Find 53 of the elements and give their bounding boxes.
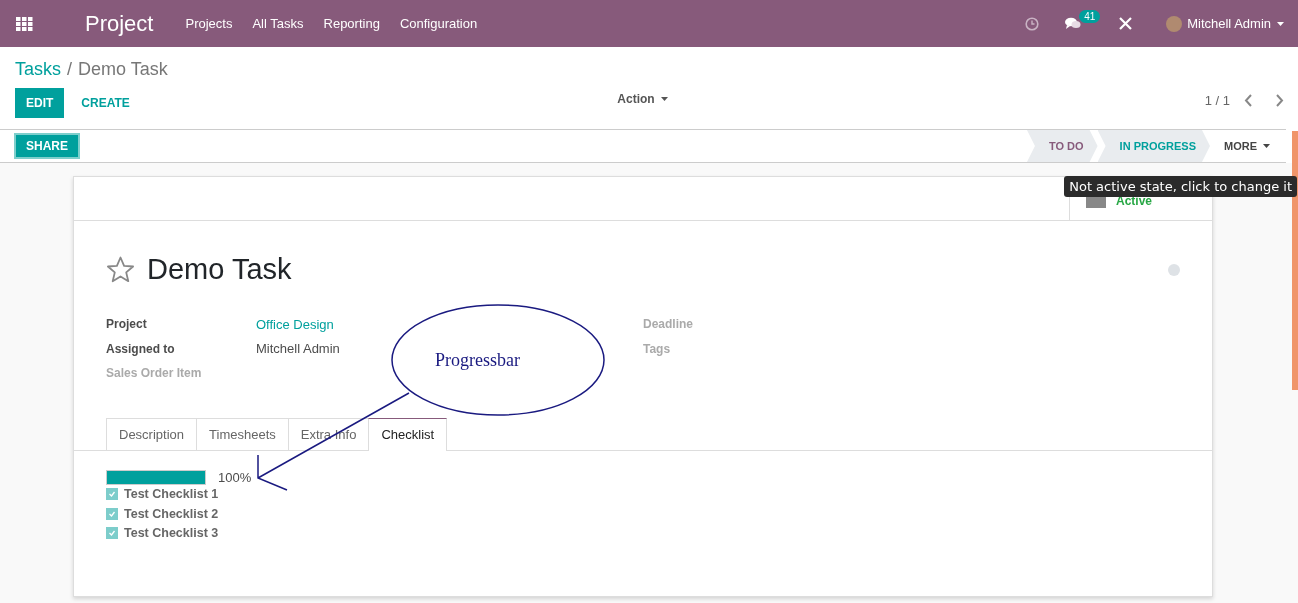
menu-item[interactable]: Projects [185,16,233,31]
field-label: Deadline [643,317,694,332]
task-title: Demo Task [147,253,293,286]
next-icon[interactable] [1275,93,1284,107]
status-dot[interactable] [1168,263,1180,276]
field-label: Tags [643,341,672,356]
share-button[interactable]: SHARE [14,133,80,159]
user-avatar [1166,15,1183,32]
caret-icon [1277,21,1284,26]
progress-reading: 100% [218,469,252,485]
action-dropdown[interactable]: Action [617,92,668,106]
create-button[interactable]: CREATE [70,88,141,118]
edit-button[interactable]: EDIT [15,88,65,118]
stage-button[interactable]: TO DO [1026,130,1098,162]
clock-icon[interactable] [1025,16,1040,31]
field-label: Sales Order Item [106,366,203,381]
breadcrumb-current: Demo Task [78,59,168,80]
apps-menu-icon[interactable] [16,16,33,31]
checklist-item-label: Test Checklist 3 [124,526,219,541]
tools-icon[interactable] [1119,17,1133,30]
tab[interactable]: Description [106,417,197,450]
breadcrumb-link[interactable]: Tasks [15,59,61,80]
caret-icon [660,97,668,101]
tab[interactable]: Extra Info [287,417,369,450]
menu-item[interactable]: Configuration [399,16,478,31]
callout-label: Progressbar [435,350,520,370]
app-name: Project [85,10,154,37]
tab[interactable]: Checklist [368,417,448,451]
check-icon [107,489,117,500]
tooltip: Not active state, click to change it [1064,176,1297,197]
field-label: Project [106,317,148,332]
pager-value: 1 / 1 [1204,92,1230,108]
field-value: Mitchell Admin [256,341,341,357]
field-label: Assigned to [106,341,176,356]
menu-item[interactable]: Reporting [323,16,380,31]
star-icon[interactable] [106,255,135,284]
checkbox[interactable] [106,507,118,520]
tab[interactable]: Timesheets [196,417,288,450]
breadcrumb-separator: / [67,59,73,80]
checkbox[interactable] [106,488,118,501]
previous-icon[interactable] [1244,93,1253,107]
message-count-badge: 41 [1079,10,1101,23]
more-dropdown[interactable]: MORE [1210,140,1286,152]
checklist-item-label: Test Checklist 2 [124,506,219,521]
caret-icon [1263,144,1270,148]
checklist-item-label: Test Checklist 1 [124,487,219,502]
menu-item[interactable]: All Tasks [252,16,304,31]
field-link[interactable]: Office Design [256,316,643,332]
scroll-bar[interactable] [1292,131,1298,390]
user-menu[interactable]: Mitchell Admin [1187,16,1284,31]
check-icon [107,528,117,539]
checkbox[interactable] [106,527,118,540]
chat-icon[interactable] [1065,17,1082,30]
